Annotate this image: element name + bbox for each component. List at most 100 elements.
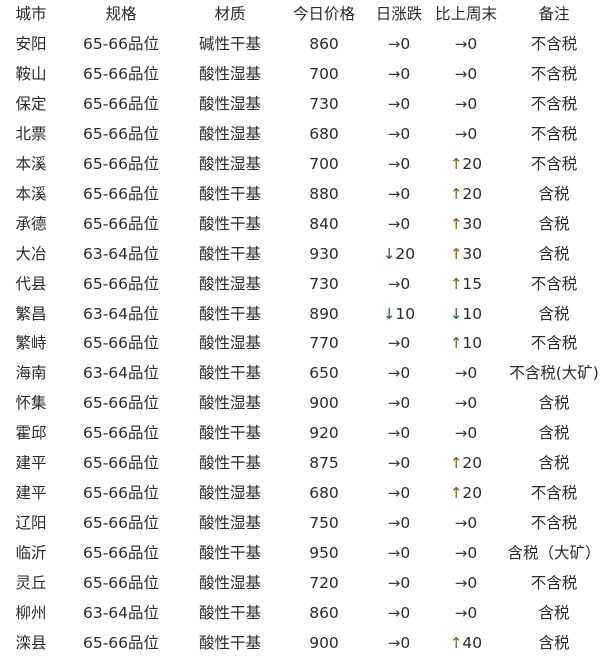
cell-city: 北票 bbox=[15, 124, 47, 143]
arrow-right-icon: → bbox=[454, 514, 468, 533]
cell-daily-change-value: 10 bbox=[395, 304, 416, 323]
table-row: 保定 65-66品位 酸性湿基 730 →0 →0 不含税 bbox=[0, 90, 606, 120]
cell-weekly-change-value: 0 bbox=[467, 394, 478, 413]
table-row: 大冶 63-64品位 酸性干基 930 ↓20 ↑30 含税 bbox=[0, 240, 606, 270]
arrow-up-icon: ↑ bbox=[449, 214, 463, 233]
arrow-up-icon: ↑ bbox=[449, 184, 463, 203]
cell-weekly-change-indicator: →0 bbox=[455, 569, 477, 599]
cell-weekly-change-value: 15 bbox=[462, 274, 483, 293]
cell-price: 860 bbox=[309, 34, 339, 53]
cell-weekly-change-value: 0 bbox=[467, 574, 478, 593]
cell-weekly-change: →0 bbox=[430, 539, 502, 569]
cell-daily-change-indicator: →0 bbox=[388, 60, 410, 90]
cell-price: 930 bbox=[309, 244, 339, 263]
cell-weekly-change-value: 40 bbox=[462, 634, 483, 653]
table-row: 建平 65-66品位 酸性干基 875 →0 ↑20 含税 bbox=[0, 449, 606, 479]
arrow-down-icon: ↓ bbox=[382, 244, 396, 263]
cell-weekly-change-value: 0 bbox=[467, 514, 478, 533]
cell-material: 酸性湿基 bbox=[198, 484, 261, 503]
cell-remark: 含税 bbox=[538, 244, 570, 263]
cell-daily-change-indicator: →0 bbox=[388, 120, 410, 150]
cell-spec: 65-66品位 bbox=[82, 634, 160, 653]
cell-daily-change: →0 bbox=[368, 270, 430, 300]
cell-remark: 不含税 bbox=[530, 154, 578, 173]
cell-material: 酸性湿基 bbox=[198, 274, 261, 293]
table-row: 辽阳 65-66品位 酸性湿基 750 →0 →0 不含税 bbox=[0, 509, 606, 539]
cell-spec: 65-66品位 bbox=[82, 184, 160, 203]
cell-spec: 63-64品位 bbox=[82, 244, 160, 263]
arrow-right-icon: → bbox=[387, 94, 401, 113]
cell-daily-change-value: 0 bbox=[400, 334, 411, 353]
cell-weekly-change: ↑20 bbox=[430, 479, 502, 509]
cell-weekly-change-indicator: →0 bbox=[455, 419, 477, 449]
cell-weekly-change-indicator: ↑10 bbox=[450, 329, 482, 359]
cell-material: 酸性干基 bbox=[198, 244, 261, 263]
arrow-down-icon: ↓ bbox=[382, 304, 396, 323]
cell-daily-change-indicator: →0 bbox=[388, 389, 410, 419]
cell-weekly-change-indicator: →0 bbox=[455, 539, 477, 569]
cell-city: 繁峙 bbox=[15, 334, 47, 353]
cell-daily-change-indicator: →0 bbox=[388, 509, 410, 539]
table-row: 代县 65-66品位 酸性湿基 730 →0 ↑15 不含税 bbox=[0, 270, 606, 300]
cell-price: 720 bbox=[309, 574, 339, 593]
cell-daily-change: ↓10 bbox=[368, 300, 430, 330]
cell-weekly-change-indicator: ↑30 bbox=[450, 240, 482, 270]
cell-daily-change-indicator: →0 bbox=[388, 180, 410, 210]
cell-daily-change-indicator: →0 bbox=[388, 30, 410, 60]
cell-price: 880 bbox=[309, 184, 339, 203]
cell-weekly-change-value: 0 bbox=[467, 64, 478, 83]
cell-daily-change-value: 0 bbox=[400, 94, 411, 113]
arrow-right-icon: → bbox=[387, 64, 401, 83]
arrow-up-icon: ↑ bbox=[449, 274, 463, 293]
cell-spec: 65-66品位 bbox=[82, 544, 160, 563]
cell-weekly-change-value: 30 bbox=[462, 214, 483, 233]
arrow-right-icon: → bbox=[387, 334, 401, 353]
arrow-up-icon: ↑ bbox=[449, 634, 463, 653]
cell-weekly-change-indicator: ↑20 bbox=[450, 479, 482, 509]
cell-daily-change: →0 bbox=[368, 180, 430, 210]
table-row: 本溪 65-66品位 酸性湿基 700 →0 ↑20 不含税 bbox=[0, 150, 606, 180]
cell-remark: 不含税 bbox=[530, 484, 578, 503]
cell-weekly-change-indicator: →0 bbox=[455, 60, 477, 90]
cell-spec: 63-64品位 bbox=[82, 604, 160, 623]
cell-daily-change-indicator: →0 bbox=[388, 150, 410, 180]
cell-remark: 含税 bbox=[538, 454, 570, 473]
arrow-right-icon: → bbox=[454, 424, 468, 443]
arrow-right-icon: → bbox=[454, 94, 468, 113]
arrow-up-icon: ↑ bbox=[449, 244, 463, 263]
cell-daily-change: →0 bbox=[368, 629, 430, 659]
cell-material: 酸性湿基 bbox=[198, 334, 261, 353]
cell-city: 灵丘 bbox=[15, 574, 47, 593]
cell-daily-change: →0 bbox=[368, 359, 430, 389]
cell-weekly-change-indicator: →0 bbox=[455, 509, 477, 539]
cell-weekly-change-value: 10 bbox=[462, 304, 483, 323]
cell-remark: 含税（大矿） bbox=[507, 544, 601, 563]
cell-daily-change-indicator: →0 bbox=[388, 359, 410, 389]
cell-weekly-change-indicator: ↑15 bbox=[450, 270, 482, 300]
cell-daily-change: ↓20 bbox=[368, 240, 430, 270]
cell-weekly-change-indicator: ↑30 bbox=[450, 210, 482, 240]
cell-daily-change-value: 0 bbox=[400, 634, 411, 653]
arrow-right-icon: → bbox=[387, 634, 401, 653]
table-row: 安阳 65-66品位 碱性干基 860 →0 →0 不含税 bbox=[0, 30, 606, 60]
cell-daily-change-value: 0 bbox=[400, 574, 411, 593]
cell-daily-change-value: 0 bbox=[400, 214, 411, 233]
cell-daily-change: →0 bbox=[368, 539, 430, 569]
cell-city: 海南 bbox=[15, 364, 47, 383]
arrow-right-icon: → bbox=[387, 154, 401, 173]
cell-remark: 含税 bbox=[538, 214, 570, 233]
cell-material: 酸性干基 bbox=[198, 184, 261, 203]
cell-daily-change-value: 0 bbox=[400, 154, 411, 173]
cell-weekly-change-value: 20 bbox=[462, 184, 483, 203]
arrow-right-icon: → bbox=[387, 514, 401, 533]
cell-city: 怀集 bbox=[15, 394, 47, 413]
cell-daily-change-value: 0 bbox=[400, 604, 411, 623]
cell-daily-change: →0 bbox=[368, 599, 430, 629]
cell-daily-change-indicator: ↓10 bbox=[383, 300, 415, 330]
cell-spec: 65-66品位 bbox=[82, 274, 160, 293]
cell-weekly-change: →0 bbox=[430, 30, 502, 60]
cell-price: 860 bbox=[309, 604, 339, 623]
arrow-right-icon: → bbox=[454, 34, 468, 53]
cell-daily-change-indicator: →0 bbox=[388, 629, 410, 659]
cell-weekly-change-indicator: ↑20 bbox=[450, 180, 482, 210]
